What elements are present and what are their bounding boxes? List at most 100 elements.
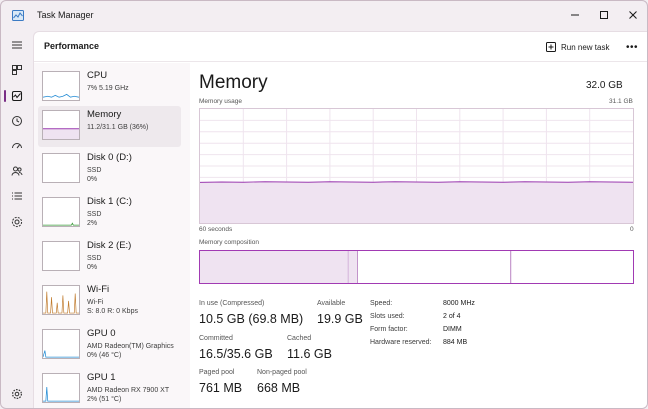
- cached-label: Cached: [287, 335, 312, 342]
- wifi-mini-graph: [42, 285, 80, 315]
- resource-detail: SSD: [87, 211, 102, 218]
- nav-settings[interactable]: [7, 384, 27, 404]
- disk-1-mini-graph: [42, 197, 80, 227]
- paged-pool-label: Paged pool: [199, 369, 235, 376]
- window-title: Task Manager: [37, 10, 94, 20]
- in-use-segment: [200, 251, 349, 283]
- memory-usage-max: 31.1 GB: [609, 98, 633, 105]
- speed-value: 8000 MHz: [443, 300, 475, 307]
- run-task-icon: [546, 42, 556, 52]
- resource-item-wifi[interactable]: Wi-Fi Wi-Fi S: 8.0 R: 0 Kbps: [38, 281, 181, 322]
- hardware-reserved-value: 884 MB: [443, 339, 468, 346]
- disk-2-mini-graph: [42, 241, 80, 271]
- gpu-0-mini-graph: [42, 329, 80, 359]
- task-manager-window: Task Manager Performance Run new task ••…: [0, 0, 648, 409]
- resource-detail: S: 8.0 R: 0 Kbps: [87, 308, 138, 315]
- cpu-mini-graph: [42, 71, 80, 101]
- nav-menu-button[interactable]: [7, 35, 27, 55]
- resource-item-gpu-0[interactable]: GPU 0 AMD Radeon(TM) Graphics 0% (46 °C): [38, 325, 181, 366]
- close-button[interactable]: [620, 5, 646, 25]
- details-icon: [12, 192, 22, 200]
- slots-used-label: Slots used:: [370, 313, 405, 320]
- users-icon: [11, 166, 23, 176]
- speed-label: Speed:: [370, 300, 393, 307]
- resource-item-memory[interactable]: Memory 11.2/31.1 GB (36%): [38, 106, 181, 147]
- available-value: 19.9 GB: [317, 312, 363, 326]
- nav-services[interactable]: [7, 212, 27, 232]
- resource-name: CPU: [87, 70, 108, 81]
- nav-app-history[interactable]: [7, 111, 27, 131]
- resource-name: GPU 0: [87, 328, 116, 339]
- resource-name: Memory: [87, 109, 122, 120]
- services-icon: [11, 216, 23, 228]
- resource-detail: 11.2/31.1 GB (36%): [87, 124, 149, 131]
- app-history-icon: [12, 116, 22, 126]
- in-use-label: In use (Compressed): [199, 300, 265, 307]
- resource-detail: SSD: [87, 255, 102, 262]
- more-options-button[interactable]: •••: [624, 39, 640, 55]
- run-new-task-label: Run new task: [561, 42, 610, 52]
- close-icon: [629, 11, 637, 19]
- memory-composition-bar: [199, 250, 634, 284]
- memory-mini-graph: [42, 110, 80, 140]
- time-axis-left: 60 seconds: [199, 226, 233, 233]
- resource-detail: Wi-Fi: [87, 299, 104, 306]
- resource-detail: SSD: [87, 167, 102, 174]
- time-axis-right: 0: [630, 226, 634, 233]
- maximize-icon: [600, 11, 608, 19]
- nav-users[interactable]: [7, 161, 27, 181]
- resource-item-disk-0[interactable]: Disk 0 (D:) SSD 0%: [38, 149, 181, 190]
- resource-detail: AMD Radeon RX 7900 XT: [87, 387, 170, 394]
- non-paged-pool-value: 668 MB: [257, 381, 301, 395]
- memory-usage-label: Memory usage: [199, 98, 242, 105]
- committed-label: Committed: [199, 335, 233, 342]
- resource-item-disk-1[interactable]: Disk 1 (C:) SSD 2%: [38, 193, 181, 234]
- title-bar: Task Manager: [1, 1, 647, 31]
- nav-processes[interactable]: [7, 60, 27, 80]
- resource-name: GPU 1: [87, 372, 116, 383]
- content-panel: Performance Run new task ••• CPU 7% 5.19…: [33, 31, 647, 408]
- modified-segment: [348, 251, 357, 283]
- hardware-reserved-label: Hardware reserved:: [370, 339, 432, 346]
- form-factor-value: DIMM: [443, 326, 462, 333]
- active-indicator: [4, 90, 6, 102]
- slots-used-value: 2 of 4: [443, 313, 461, 320]
- resource-item-disk-2[interactable]: Disk 2 (E:) SSD 0%: [38, 237, 181, 278]
- cached-value: 11.6 GB: [287, 347, 332, 361]
- processes-icon: [12, 65, 22, 75]
- memory-total: 32.0 GB: [586, 80, 623, 91]
- task-manager-app-icon: [12, 10, 24, 21]
- resource-name: Disk 0 (D:): [87, 152, 132, 163]
- panel-header: Performance Run new task •••: [34, 32, 647, 62]
- paged-pool-value: 761 MB: [199, 381, 243, 395]
- in-use-value: 10.5 GB (69.8 MB): [199, 312, 304, 326]
- resource-name: Wi-Fi: [87, 284, 110, 295]
- memory-composition-label: Memory composition: [199, 239, 259, 246]
- resource-detail: 0%: [87, 176, 98, 183]
- run-new-task-button[interactable]: Run new task: [546, 39, 609, 55]
- committed-value: 16.5/35.6 GB: [199, 347, 273, 361]
- nav-performance[interactable]: [7, 86, 27, 106]
- page-title: Performance: [44, 41, 100, 51]
- resource-list: CPU 7% 5.19 GHz Memory 11.2/31.1 GB (36%…: [34, 63, 190, 408]
- resource-detail: 2% (51 °C): [87, 396, 122, 403]
- resource-name: Disk 2 (E:): [87, 240, 132, 251]
- minimize-button[interactable]: [562, 5, 588, 25]
- resource-detail: 7% 5.19 GHz: [87, 85, 129, 92]
- nav-startup-apps[interactable]: [7, 136, 27, 156]
- minimize-icon: [571, 14, 579, 16]
- hamburger-icon: [12, 41, 22, 49]
- nav-details[interactable]: [7, 186, 27, 206]
- resource-item-gpu-1[interactable]: GPU 1 AMD Radeon RX 7900 XT 2% (51 °C): [38, 369, 181, 408]
- startup-apps-icon: [12, 143, 22, 149]
- detail-title: Memory: [199, 72, 268, 93]
- non-paged-pool-label: Non-paged pool: [257, 369, 307, 376]
- resource-detail: 0%: [87, 264, 98, 271]
- maximize-button[interactable]: [591, 5, 617, 25]
- memory-usage-graph: [199, 108, 634, 224]
- performance-icon: [11, 90, 23, 102]
- form-factor-label: Form factor:: [370, 326, 408, 333]
- resource-detail: AMD Radeon(TM) Graphics: [87, 343, 174, 350]
- resource-item-cpu[interactable]: CPU 7% 5.19 GHz: [38, 67, 181, 108]
- disk-0-mini-graph: [42, 153, 80, 183]
